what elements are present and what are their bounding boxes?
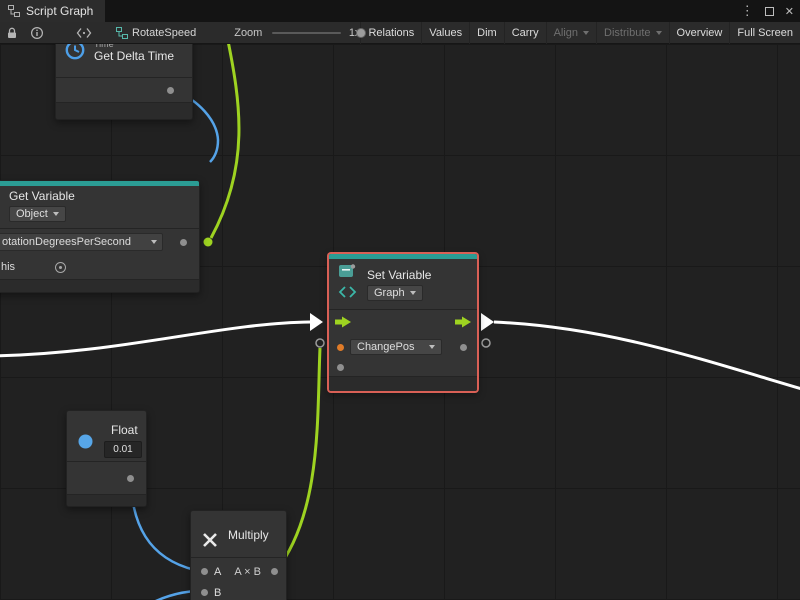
values-button[interactable]: Values: [421, 22, 469, 44]
multiply-a-port[interactable]: [201, 568, 208, 575]
lock-icon[interactable]: [5, 26, 19, 40]
overview-button[interactable]: Overview: [669, 22, 730, 44]
window-tab-bar: Script Graph ⋮ ✕: [0, 0, 800, 22]
flow-wire-in: [0, 322, 310, 356]
node-footer: [56, 103, 192, 119]
variable-name-dropdown[interactable]: otationDegreesPerSecond: [0, 233, 163, 251]
zoom-label: Zoom: [234, 27, 262, 39]
caret-down-icon: [656, 31, 662, 35]
variable-scope-dropdown[interactable]: Object: [9, 206, 66, 222]
green-port-dot[interactable]: [204, 238, 213, 247]
dim-button[interactable]: Dim: [469, 22, 504, 44]
variable-scope-dropdown[interactable]: Graph: [367, 285, 423, 301]
node-get-delta-time[interactable]: Time Get Delta Time: [55, 44, 193, 120]
flow-output-port[interactable]: [454, 316, 472, 331]
fallback-input-port[interactable]: [337, 364, 344, 371]
caret-down-icon: [583, 31, 589, 35]
graph-name-label: RotateSpeed: [132, 27, 196, 39]
node-title: Set Variable: [367, 268, 431, 282]
variable-name-dropdown[interactable]: ChangePos: [350, 339, 442, 355]
port-label-b: B: [214, 587, 221, 599]
node-title: Get Variable: [9, 189, 199, 203]
graph-asset-icon: [116, 27, 128, 39]
distribute-button[interactable]: Distribute: [596, 22, 668, 44]
scope-value: Object: [16, 208, 48, 220]
align-button[interactable]: Align: [546, 22, 596, 44]
caret-down-icon: [151, 240, 157, 244]
float-output-port[interactable]: [127, 475, 134, 482]
value-wire-green-top: [211, 44, 239, 238]
input-ring-port[interactable]: [316, 339, 324, 347]
node-float[interactable]: Float 0.01: [66, 410, 147, 507]
info-icon[interactable]: [30, 26, 44, 40]
node-title: Get Delta Time: [94, 49, 174, 63]
flow-wire-out: [494, 322, 800, 392]
multiply-result-port[interactable]: [271, 568, 278, 575]
maximize-icon[interactable]: [765, 7, 774, 16]
script-graph-icon: [8, 5, 20, 17]
caret-down-icon: [410, 291, 416, 295]
output-ring-port[interactable]: [482, 339, 490, 347]
node-title: Float: [111, 423, 138, 437]
value-wire-blue-bottom: [146, 591, 196, 600]
object-target-icon[interactable]: [55, 262, 66, 273]
port-label-a: A: [214, 566, 221, 578]
toolbar-buttons: Relations Values Dim Carry Align Distrib…: [360, 22, 800, 44]
clock-icon: [64, 44, 86, 64]
variable-output-port[interactable]: [180, 239, 187, 246]
target-label: his: [1, 261, 15, 273]
tab-script-graph[interactable]: Script Graph: [0, 0, 105, 22]
scope-value: Graph: [374, 287, 405, 299]
float-circle-icon: [78, 434, 93, 452]
menu-icon[interactable]: ⋮: [741, 3, 754, 19]
float-value: 0.01: [113, 444, 132, 455]
graph-toolbar: RotateSpeed Zoom 1x Relations Values Dim…: [0, 22, 800, 44]
code-brackets-icon[interactable]: [76, 27, 92, 39]
multiply-b-port[interactable]: [201, 589, 208, 596]
flow-arrow-out-icon[interactable]: [481, 313, 494, 331]
node-multiply[interactable]: Multiply A A × B B: [190, 510, 287, 600]
carry-button[interactable]: Carry: [504, 22, 546, 44]
node-get-variable[interactable]: Get Variable Object otationDegreesPerSec…: [0, 180, 200, 293]
flow-input-port[interactable]: [334, 316, 352, 331]
node-footer: [0, 280, 199, 292]
port-label-result: A × B: [234, 566, 261, 578]
tab-label: Script Graph: [26, 4, 93, 18]
unity-script-graph-window: Script Graph ⋮ ✕ RotateSpeed Zoom 1x Rel…: [0, 0, 800, 600]
flow-arrow-in-icon[interactable]: [310, 313, 323, 331]
node-set-variable[interactable]: Set Variable Graph Chan: [328, 253, 478, 392]
multiply-icon: [201, 531, 219, 552]
zoom-slider[interactable]: [272, 32, 340, 34]
relations-button[interactable]: Relations: [360, 22, 421, 44]
zoom-slider-knob[interactable]: [356, 28, 366, 38]
caret-down-icon: [53, 212, 59, 216]
caret-down-icon: [429, 345, 435, 349]
delta-time-output-port[interactable]: [167, 87, 174, 94]
value-input-port[interactable]: [337, 344, 344, 351]
close-icon[interactable]: ✕: [785, 5, 794, 18]
value-output-port[interactable]: [460, 344, 467, 351]
node-footer: [67, 495, 146, 506]
node-title: Multiply: [228, 528, 269, 542]
float-value-field[interactable]: 0.01: [104, 441, 142, 458]
fullscreen-button[interactable]: Full Screen: [729, 22, 800, 44]
set-variable-icon: [337, 263, 359, 306]
variable-name-value: ChangePos: [357, 341, 415, 353]
graph-canvas[interactable]: Time Get Delta Time Get Variable Object: [0, 44, 800, 600]
node-footer: [329, 377, 477, 391]
variable-name-value: otationDegreesPerSecond: [2, 236, 131, 248]
